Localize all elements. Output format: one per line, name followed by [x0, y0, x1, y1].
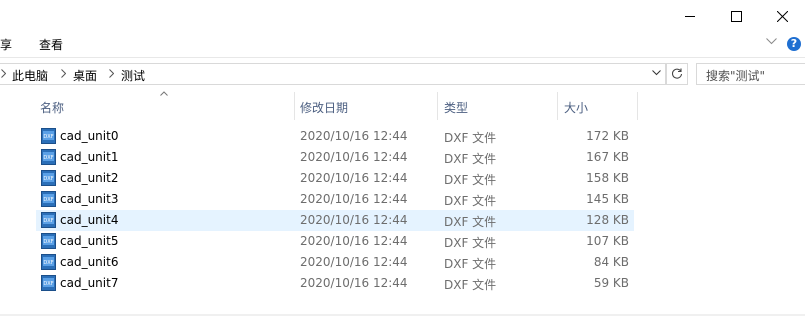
file-name: cad_unit1: [60, 150, 119, 164]
file-row[interactable]: DXF cad_unit7 2020/10/16 12:44 DXF 文件 59 KB: [36, 273, 634, 294]
file-row[interactable]: DXF cad_unit5 2020/10/16 12:44 DXF 文件 107 KB: [36, 231, 634, 252]
address-bar[interactable]: 此电脑 桌面 测试: [0, 63, 666, 85]
tab-view[interactable]: 查看: [39, 36, 63, 53]
refresh-icon: [671, 68, 683, 79]
file-type: DXF 文件: [444, 215, 497, 229]
search-box[interactable]: 搜索"测试": [696, 63, 805, 85]
tab-share[interactable]: 享: [0, 36, 12, 53]
breadcrumb-separator-icon[interactable]: [109, 69, 114, 78]
ribbon-tabs: 享 查看: [0, 32, 805, 57]
file-row[interactable]: DXF cad_unit6 2020/10/16 12:44 DXF 文件 84 KB: [36, 252, 634, 273]
dxf-file-icon: DXF: [41, 128, 56, 144]
file-type: DXF 文件: [444, 236, 497, 250]
file-size: 59 KB: [593, 276, 629, 290]
ribbon-divider: [0, 57, 805, 58]
breadcrumb-separator-icon[interactable]: [61, 69, 66, 78]
svg-text:DXF: DXF: [43, 218, 53, 224]
file-size: 128 KB: [586, 213, 629, 227]
dxf-file-icon: DXF: [41, 233, 56, 249]
breadcrumb-desktop[interactable]: 桌面: [73, 67, 97, 84]
svg-text:DXF: DXF: [43, 281, 53, 287]
close-icon: [776, 10, 788, 22]
file-name: cad_unit6: [60, 255, 119, 269]
file-type: DXF 文件: [444, 131, 497, 145]
file-type: DXF 文件: [444, 278, 497, 292]
dxf-file-icon: DXF: [41, 212, 56, 228]
close-button[interactable]: [759, 0, 805, 32]
file-date: 2020/10/16 12:44: [300, 171, 408, 185]
column-header-name[interactable]: 名称: [36, 92, 294, 120]
file-row[interactable]: DXF cad_unit3 2020/10/16 12:44 DXF 文件 145 KB: [36, 189, 634, 210]
file-name: cad_unit3: [60, 192, 119, 206]
column-header-date-label: 修改日期: [300, 101, 349, 115]
column-divider[interactable]: [637, 92, 638, 120]
breadcrumb-separator-icon: [1, 69, 6, 78]
file-type: DXF 文件: [444, 152, 497, 166]
breadcrumb-test[interactable]: 测试: [121, 67, 145, 84]
svg-text:DXF: DXF: [43, 197, 53, 203]
file-size: 84 KB: [593, 255, 629, 269]
column-header-type-label: 类型: [444, 101, 469, 115]
address-dropdown-icon[interactable]: [652, 70, 661, 76]
dxf-file-icon: DXF: [41, 254, 56, 270]
file-date: 2020/10/16 12:44: [300, 276, 408, 290]
file-type: DXF 文件: [444, 257, 497, 271]
help-icon[interactable]: ?: [787, 37, 801, 51]
search-placeholder: 搜索"测试": [706, 69, 766, 83]
column-header-size[interactable]: 大小: [558, 92, 637, 120]
file-size: 145 KB: [586, 192, 629, 206]
breadcrumb-this-pc[interactable]: 此电脑: [12, 67, 48, 84]
file-date: 2020/10/16 12:44: [300, 192, 408, 206]
file-date: 2020/10/16 12:44: [300, 213, 408, 227]
maximize-icon: [730, 10, 742, 22]
minimize-button[interactable]: [667, 0, 713, 32]
dxf-file-icon: DXF: [41, 149, 56, 165]
dxf-file-icon: DXF: [41, 170, 56, 186]
svg-text:DXF: DXF: [43, 155, 53, 161]
svg-text:DXF: DXF: [43, 134, 53, 140]
maximize-button[interactable]: [713, 0, 759, 32]
file-row[interactable]: DXF cad_unit0 2020/10/16 12:44 DXF 文件 172 KB: [36, 126, 634, 147]
dxf-file-icon: DXF: [41, 191, 56, 207]
file-date: 2020/10/16 12:44: [300, 129, 408, 143]
file-type: DXF 文件: [444, 194, 497, 208]
column-header-size-label: 大小: [564, 101, 589, 115]
file-date: 2020/10/16 12:44: [300, 255, 408, 269]
file-name: cad_unit7: [60, 276, 119, 290]
svg-text:DXF: DXF: [43, 239, 53, 245]
file-row[interactable]: DXF cad_unit1 2020/10/16 12:44 DXF 文件 167 KB: [36, 147, 634, 168]
minimize-icon: [685, 16, 695, 17]
file-row[interactable]: DXF cad_unit4 2020/10/16 12:44 DXF 文件 128 KB: [36, 210, 634, 231]
file-date: 2020/10/16 12:44: [300, 234, 408, 248]
file-size: 158 KB: [586, 171, 629, 185]
column-header-date[interactable]: 修改日期: [295, 92, 437, 120]
dxf-file-icon: DXF: [41, 275, 56, 291]
file-name: cad_unit5: [60, 234, 119, 248]
column-header-name-label: 名称: [40, 101, 65, 115]
file-size: 172 KB: [586, 129, 629, 143]
refresh-button[interactable]: [666, 63, 688, 85]
svg-text:DXF: DXF: [43, 260, 53, 266]
chevron-down-icon[interactable]: [766, 38, 777, 45]
svg-text:DXF: DXF: [43, 176, 53, 182]
file-name: cad_unit0: [60, 129, 119, 143]
file-date: 2020/10/16 12:44: [300, 150, 408, 164]
file-size: 167 KB: [586, 150, 629, 164]
file-name: cad_unit2: [60, 171, 119, 185]
file-row[interactable]: DXF cad_unit2 2020/10/16 12:44 DXF 文件 158 KB: [36, 168, 634, 189]
file-name: cad_unit4: [60, 213, 119, 227]
file-type: DXF 文件: [444, 173, 497, 187]
column-header-type[interactable]: 类型: [438, 92, 557, 120]
file-size: 107 KB: [586, 234, 629, 248]
